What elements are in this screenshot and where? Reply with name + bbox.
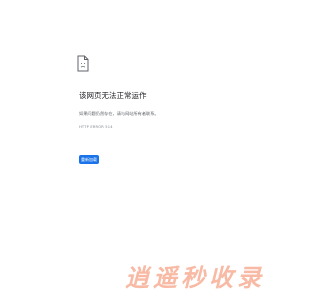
error-title: 该网页无法正常运作	[79, 91, 147, 100]
svg-text:逍遥秒收录: 逍遥秒收录	[125, 264, 265, 291]
broken-page-icon	[77, 55, 89, 72]
error-description: 如果问题仍然存在，请与网站所有者联系。	[79, 111, 159, 116]
watermark-logo: 逍遥秒收录	[121, 263, 269, 291]
error-page: 该网页无法正常运作 如果问题仍然存在，请与网站所有者联系。 HTTP ERROR…	[0, 0, 300, 300]
error-code: HTTP ERROR 514	[79, 125, 113, 129]
reload-button[interactable]: 重新加载	[79, 155, 99, 164]
